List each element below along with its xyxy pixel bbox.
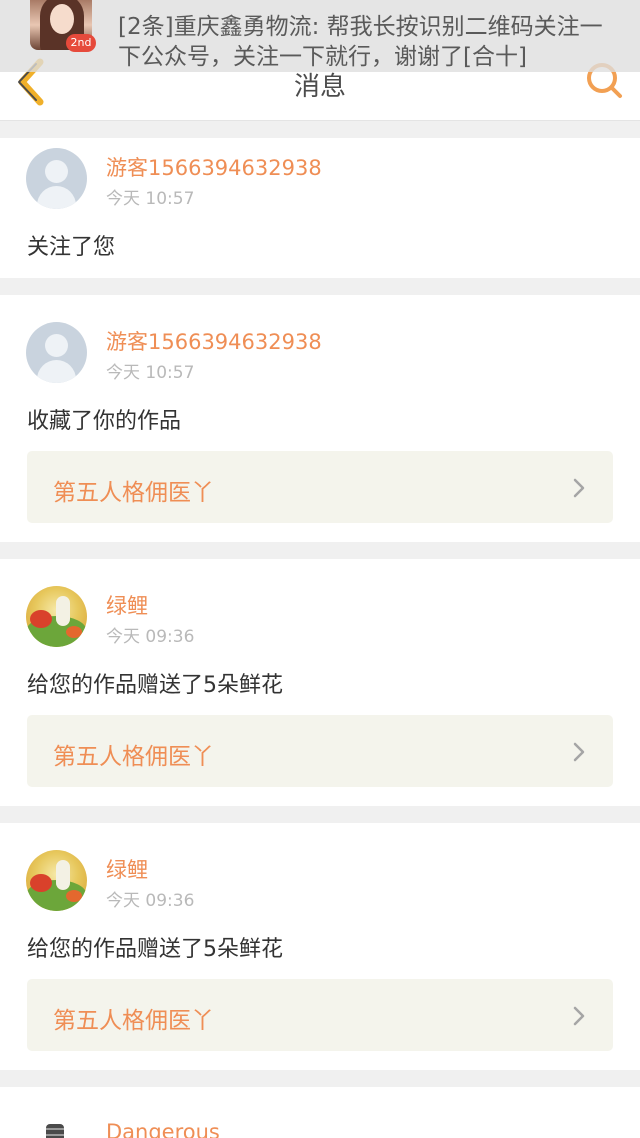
message-card: 绿鲤 今天 09:36 给您的作品赠送了5朵鲜花 第五人格佣医丫 <box>0 559 640 806</box>
message-text: 关注了您 <box>27 235 116 260</box>
username[interactable]: Dangerous <box>106 1120 220 1138</box>
notification-badge: 2nd <box>66 34 96 52</box>
message-text: 给您的作品赠送了5朵鲜花 <box>27 937 283 962</box>
username[interactable]: 游客1566394632938 <box>106 152 322 182</box>
work-title: 第五人格佣医丫 <box>53 1008 214 1034</box>
avatar[interactable] <box>26 586 87 647</box>
message-text: 收藏了你的作品 <box>27 409 182 434</box>
username[interactable]: 绿鲤 <box>106 590 148 620</box>
work-link[interactable]: 第五人格佣医丫 <box>27 979 613 1051</box>
work-title: 第五人格佣医丫 <box>53 744 214 770</box>
message-card: 游客1566394632938 今天 10:57 收藏了你的作品 第五人格佣医丫 <box>0 295 640 542</box>
work-link[interactable]: 第五人格佣医丫 <box>27 451 613 523</box>
work-link[interactable]: 第五人格佣医丫 <box>27 715 613 787</box>
timestamp: 今天 09:36 <box>106 627 195 647</box>
avatar[interactable] <box>26 850 87 911</box>
message-text: 给您的作品赠送了5朵鲜花 <box>27 673 283 698</box>
message-card: Dangerous <box>0 1087 640 1138</box>
message-card: 游客1566394632938 今天 10:57 关注了您 <box>0 138 640 278</box>
chevron-right-icon <box>573 478 585 498</box>
avatar[interactable] <box>26 148 87 209</box>
avatar[interactable] <box>26 322 87 383</box>
chevron-right-icon <box>573 742 585 762</box>
message-card: 绿鲤 今天 09:36 给您的作品赠送了5朵鲜花 第五人格佣医丫 <box>0 823 640 1070</box>
username[interactable]: 绿鲤 <box>106 854 148 884</box>
username[interactable]: 游客1566394632938 <box>106 326 322 356</box>
push-notification-banner[interactable]: 2nd [2条]重庆鑫勇物流: 帮我长按识别二维码关注一下公众号，关注一下就行，… <box>0 0 640 72</box>
timestamp: 今天 09:36 <box>106 891 195 911</box>
avatar[interactable] <box>26 1114 87 1138</box>
work-title: 第五人格佣医丫 <box>53 480 214 506</box>
timestamp: 今天 10:57 <box>106 363 195 383</box>
timestamp: 今天 10:57 <box>106 189 195 209</box>
chevron-right-icon <box>573 1006 585 1026</box>
notification-text: [2条]重庆鑫勇物流: 帮我长按识别二维码关注一下公众号，关注一下就行，谢谢了[… <box>118 14 603 70</box>
